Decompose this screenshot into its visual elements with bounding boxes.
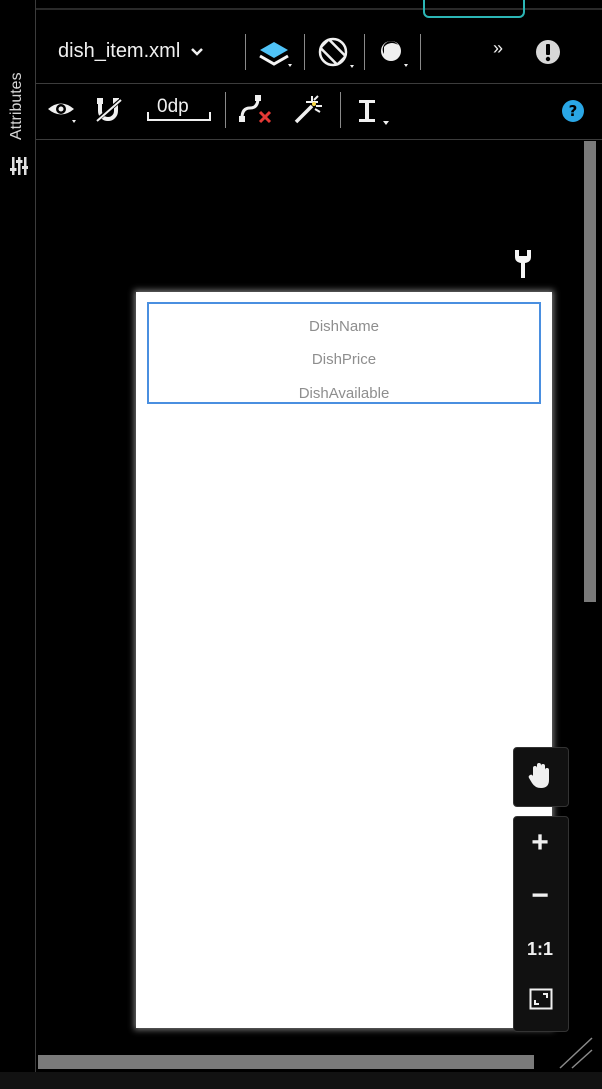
vertical-scrollbar[interactable] xyxy=(584,141,596,602)
fit-screen-icon[interactable] xyxy=(529,988,553,1010)
default-margin-value: 0dp xyxy=(157,96,189,117)
attributes-tab-label[interactable]: Attributes xyxy=(8,72,26,140)
attributes-icon[interactable] xyxy=(10,155,28,177)
warning-icon[interactable] xyxy=(535,39,561,65)
dish-available-textview[interactable]: DishAvailable xyxy=(147,385,541,402)
help-icon[interactable]: ? xyxy=(561,99,585,123)
toolbar-separator xyxy=(225,92,226,128)
margin-underline xyxy=(147,119,211,121)
dish-name-textview[interactable]: DishName xyxy=(147,318,541,335)
resize-grip-icon[interactable] xyxy=(558,1036,594,1070)
orientation-icon[interactable] xyxy=(314,34,358,72)
autoconnect-icon[interactable] xyxy=(94,95,126,125)
guidelines-icon[interactable] xyxy=(357,97,393,127)
toolbar-separator xyxy=(304,34,305,70)
default-margin-control[interactable]: 0dp xyxy=(143,95,213,125)
svg-text:?: ? xyxy=(569,102,578,120)
file-name: dish_item.xml xyxy=(58,40,181,62)
toolbar-divider xyxy=(36,139,602,140)
toolbar-separator xyxy=(364,34,365,70)
theme-icon[interactable] xyxy=(374,36,414,70)
wrench-icon[interactable] xyxy=(512,248,534,280)
file-selector[interactable]: dish_item.xml xyxy=(58,40,204,63)
toolbar-divider xyxy=(36,83,602,84)
horizontal-scrollbar[interactable] xyxy=(38,1055,534,1069)
view-options-icon[interactable] xyxy=(46,96,84,126)
chevron-down-icon xyxy=(190,47,204,57)
toolbar-separator xyxy=(245,34,246,70)
toolbar-separator xyxy=(420,34,421,70)
clear-constraints-icon[interactable] xyxy=(238,94,274,126)
infer-constraints-icon[interactable] xyxy=(292,94,326,126)
margin-tick-left xyxy=(147,112,149,121)
toolbar-separator xyxy=(340,92,341,128)
bottom-status-strip xyxy=(0,1072,602,1089)
hand-icon[interactable] xyxy=(527,762,553,790)
top-tab-indicator[interactable] xyxy=(423,0,525,18)
overflow-icon[interactable]: » xyxy=(493,38,503,59)
dish-price-textview[interactable]: DishPrice xyxy=(147,351,541,368)
zoom-in-button[interactable]: + xyxy=(527,826,553,860)
layers-icon[interactable] xyxy=(256,36,296,70)
actual-size-button[interactable]: 1:1 xyxy=(522,939,558,960)
zoom-out-button[interactable]: − xyxy=(527,879,553,913)
margin-tick-right xyxy=(209,112,211,121)
